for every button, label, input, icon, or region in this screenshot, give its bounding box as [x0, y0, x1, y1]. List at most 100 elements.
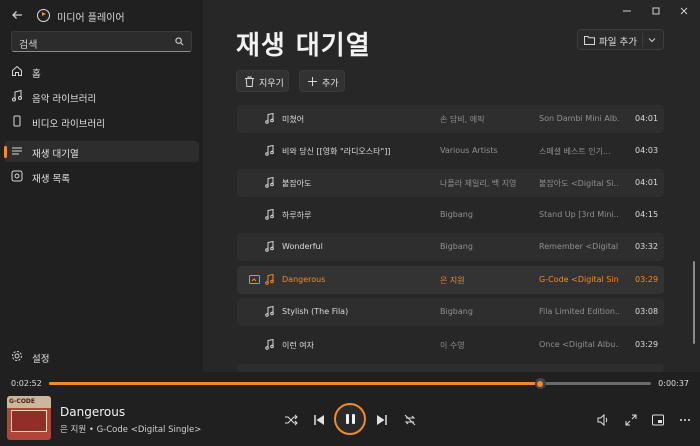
now-playing-subtitle: 은 지원 • G-Code <Digital Single> [60, 425, 202, 435]
home-icon [12, 65, 22, 76]
music-note-icon [265, 113, 274, 124]
track-album: Stand Up [3rd Mini... [539, 210, 619, 219]
more-options-icon[interactable] [678, 413, 692, 427]
app-logo-icon [37, 9, 50, 22]
fullscreen-icon[interactable] [624, 413, 638, 427]
track-artist: Various Artists [440, 146, 498, 155]
sidebar-item-label: 재생 목록 [32, 174, 70, 185]
music-note-icon [265, 274, 274, 285]
track-album: 스페셜 베스트 인기... [539, 147, 611, 156]
track-title: Stylish (The Fila) [282, 307, 349, 316]
sidebar-item-label: 비디오 라이브러리 [32, 119, 105, 130]
track-duration: 03:32 [635, 242, 659, 251]
track-title: 이런 여자 [282, 341, 314, 350]
minimize-icon[interactable] [620, 4, 634, 18]
track-album: 붙잡아도 <Digital Si... [539, 179, 619, 188]
player-bar: 0:02:52 0:00:37 G-CODE Dangerous 은 지원 • … [0, 372, 700, 446]
track-duration: 03:08 [635, 307, 659, 316]
track-title: Dangerous [282, 275, 326, 284]
seek-fill [49, 382, 540, 385]
total-time: 0:00:37 [658, 379, 689, 388]
app-title: 미디어 플레이어 [57, 13, 125, 24]
track-artist: 이 수영 [440, 341, 465, 350]
add-button[interactable]: 추가 [299, 70, 345, 92]
gear-icon [12, 351, 22, 361]
track-album: G-Code <Digital Sin... [539, 275, 619, 284]
seek-handle[interactable] [534, 378, 546, 389]
folder-icon [584, 36, 595, 45]
sidebar-item-now-playing[interactable]: 재생 대기열 [4, 141, 199, 162]
sidebar-item-label: 홈 [32, 69, 41, 80]
pause-icon [346, 414, 349, 424]
playlist-icon [11, 170, 23, 182]
list-item[interactable]: Stylish (The Fila) Bigbang Fila Limited … [237, 298, 664, 326]
now-playing-title: Dangerous [60, 405, 126, 419]
close-icon[interactable] [677, 4, 691, 18]
track-artist: Bigbang [440, 210, 473, 219]
music-note-icon [265, 209, 274, 220]
list-item[interactable]: Wonderful Bigbang Remember <Digital... 0… [237, 233, 664, 261]
list-item[interactable]: 비와 당신 [[영화 "라디오스타"]] Various Artists 스페셜… [237, 137, 664, 165]
maximize-icon[interactable] [649, 4, 663, 18]
sidebar-item-label: 음악 라이브러리 [32, 94, 97, 105]
volume-icon[interactable] [596, 413, 610, 427]
sidebar-item-music-library[interactable]: 음악 라이브러리 [4, 86, 199, 107]
pause-button[interactable] [334, 403, 366, 435]
track-duration: 04:15 [635, 210, 659, 219]
track-duration: 03:29 [635, 275, 659, 284]
chevron-down-icon[interactable] [647, 35, 657, 45]
plus-icon [308, 77, 317, 86]
list-item-partial[interactable] [237, 364, 664, 372]
track-duration: 04:01 [635, 178, 659, 187]
seek-slider[interactable] [49, 378, 651, 389]
list-item[interactable]: 하루하루 Bigbang Stand Up [3rd Mini... 04:15 [237, 201, 664, 229]
track-title: 비와 당신 [[영화 "라디오스타"]] [282, 147, 391, 156]
mini-player-icon[interactable] [651, 413, 665, 427]
search-placeholder: 검색 [19, 40, 38, 51]
search-icon[interactable] [175, 37, 184, 46]
track-title: Wonderful [282, 242, 323, 251]
track-artist: 손 담비, 에픽 [440, 115, 485, 124]
album-art-text: G-CODE [9, 398, 35, 405]
sidebar-item-label: 재생 대기열 [32, 149, 79, 160]
repeat-off-icon[interactable] [403, 413, 417, 427]
track-artist: Bigbang [440, 307, 473, 316]
clear-button[interactable]: 지우기 [236, 70, 289, 92]
music-note-icon [265, 177, 274, 188]
sidebar-item-home[interactable]: 홈 [4, 61, 199, 82]
current-time: 0:02:52 [11, 379, 42, 388]
page-title: 재생 대기열 [236, 31, 371, 61]
track-duration: 03:29 [635, 340, 659, 349]
album-art[interactable]: G-CODE [7, 396, 51, 440]
sidebar-item-settings[interactable]: 설정 [4, 346, 199, 367]
music-note-icon [265, 145, 274, 156]
add-label: 추가 [322, 79, 339, 89]
back-arrow-icon[interactable] [10, 8, 24, 22]
add-file-label: 파일 추가 [599, 37, 637, 48]
scrollbar[interactable] [693, 261, 695, 344]
track-duration: 04:01 [635, 114, 659, 123]
video-icon [13, 115, 21, 127]
track-artist: 은 지원 [440, 276, 465, 285]
list-item[interactable]: 붙잡아도 나플라 제일리, 백 지영 붙잡아도 <Digital Si... 0… [237, 169, 664, 197]
add-file-button[interactable]: 파일 추가 [577, 29, 664, 50]
music-note-icon [265, 241, 274, 252]
music-note-icon [265, 339, 274, 350]
track-album: Son Dambi Mini Alb... [539, 114, 619, 123]
track-artist: Bigbang [440, 242, 473, 251]
now-playing-icon [249, 275, 260, 284]
search-input[interactable]: 검색 [11, 31, 192, 52]
previous-icon[interactable] [312, 413, 326, 427]
track-album: Once <Digital Albu... [539, 340, 619, 349]
music-note-icon [265, 306, 274, 317]
list-item[interactable]: 이런 여자 이 수영 Once <Digital Albu... 03:29 [237, 331, 664, 359]
next-icon[interactable] [375, 413, 389, 427]
list-item[interactable]: 미쳤어 손 담비, 에픽 Son Dambi Mini Alb... 04:01 [237, 105, 664, 133]
sidebar-item-playlists[interactable]: 재생 목록 [4, 166, 199, 187]
track-album: Remember <Digital... [539, 242, 619, 251]
shuffle-icon[interactable] [284, 413, 298, 427]
sidebar-item-video-library[interactable]: 비디오 라이브러리 [4, 111, 199, 132]
track-title: 붙잡아도 [282, 179, 312, 188]
list-item-now-playing[interactable]: Dangerous 은 지원 G-Code <Digital Sin... 03… [237, 266, 664, 294]
settings-label: 설정 [32, 354, 50, 365]
